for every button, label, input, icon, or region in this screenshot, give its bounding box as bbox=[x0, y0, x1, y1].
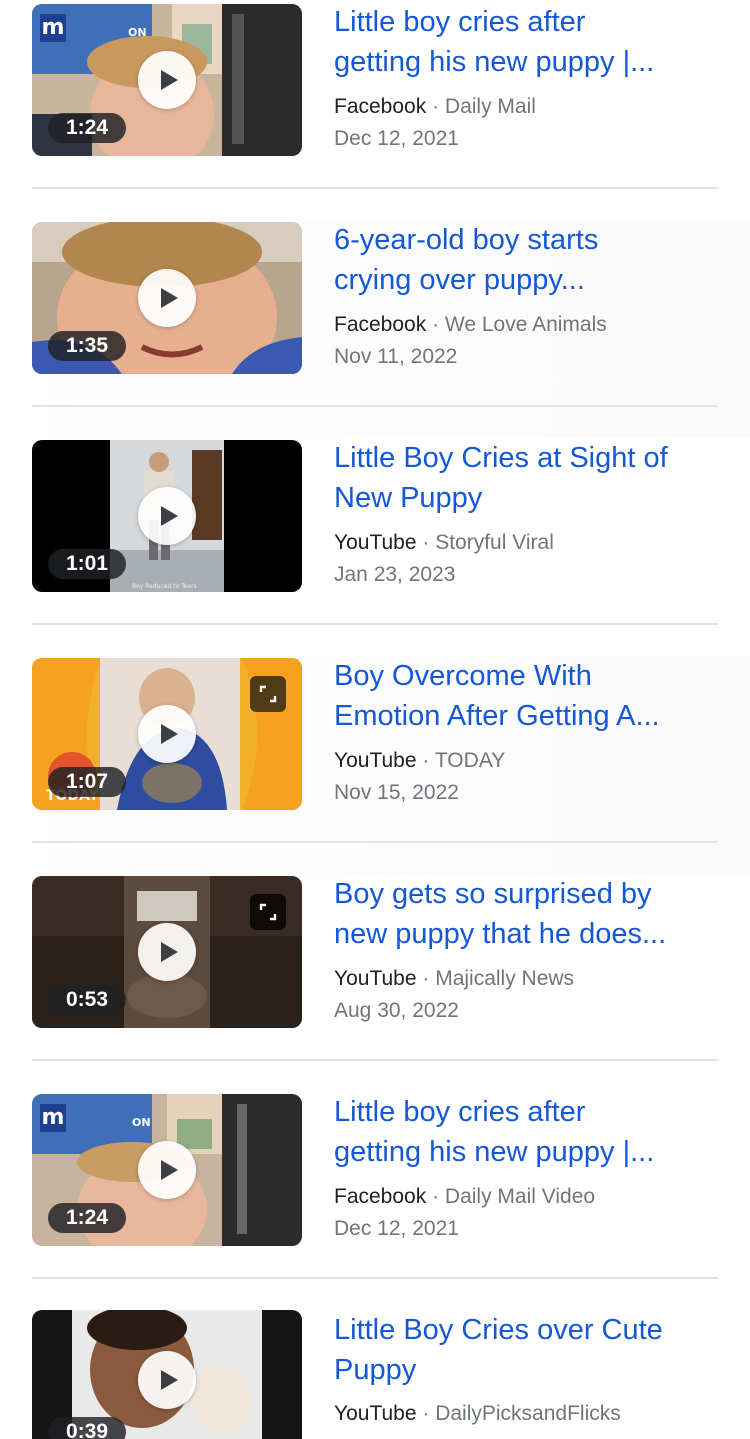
daily-mail-logo: m bbox=[40, 1104, 66, 1132]
source-name: Facebook bbox=[334, 1185, 427, 1208]
play-button[interactable] bbox=[138, 705, 196, 763]
result-source-line: Facebook · We Love Animals bbox=[334, 309, 734, 341]
play-button[interactable] bbox=[138, 487, 196, 545]
result-source-line: YouTube · Majically News bbox=[334, 963, 734, 995]
separator-dot: · bbox=[426, 1185, 445, 1208]
result-title-link[interactable]: Little boy cries after getting his new p… bbox=[334, 2, 714, 82]
video-thumbnail[interactable]: 0:53 bbox=[32, 876, 302, 1028]
source-name: Facebook bbox=[334, 95, 427, 118]
upload-date: Nov 11, 2022 bbox=[334, 345, 458, 368]
separator-dot: · bbox=[426, 313, 445, 336]
result-title-link[interactable]: Boy Overcome With Emotion After Getting … bbox=[334, 656, 714, 736]
divider bbox=[32, 405, 718, 407]
play-icon bbox=[161, 70, 178, 90]
thumbnail-badge: ON bbox=[132, 1116, 151, 1129]
video-result[interactable]: TODAY 1:07 Boy Overcome With Emotion Aft… bbox=[0, 656, 750, 874]
expand-icon[interactable] bbox=[250, 676, 286, 712]
video-result[interactable]: 1:35 6-year-old boy starts crying over p… bbox=[0, 220, 750, 438]
channel-name: Storyful Viral bbox=[435, 531, 554, 554]
divider bbox=[32, 841, 718, 843]
channel-name: Daily Mail Video bbox=[444, 1185, 596, 1208]
duration-badge: 1:24 bbox=[48, 113, 126, 143]
play-button[interactable] bbox=[138, 923, 196, 981]
duration-badge: 0:53 bbox=[48, 985, 126, 1015]
play-icon bbox=[161, 1370, 178, 1390]
result-title-link[interactable]: Little Boy Cries over Cute Puppy bbox=[334, 1310, 714, 1390]
result-source-line: Facebook · Daily Mail Video bbox=[334, 1181, 734, 1213]
source-name: YouTube bbox=[334, 531, 417, 554]
play-icon bbox=[161, 288, 178, 308]
separator-dot: · bbox=[416, 1402, 436, 1425]
separator-dot: · bbox=[416, 749, 435, 772]
video-thumbnail[interactable]: 0:39 bbox=[32, 1310, 302, 1439]
source-name: YouTube bbox=[334, 1402, 417, 1425]
upload-date: Aug 30, 2022 bbox=[334, 999, 459, 1022]
separator-dot: · bbox=[426, 95, 445, 118]
upload-date: Dec 12, 2021 bbox=[334, 1217, 459, 1240]
divider bbox=[32, 623, 718, 625]
video-result[interactable]: 0:39 Little Boy Cries over Cute Puppy Yo… bbox=[0, 1310, 750, 1439]
duration-badge: 1:35 bbox=[48, 331, 126, 361]
video-thumbnail[interactable]: Boy Reduced to Tears 1:01 bbox=[32, 440, 302, 592]
play-button[interactable] bbox=[138, 1351, 196, 1409]
video-thumbnail[interactable]: TODAY 1:07 bbox=[32, 658, 302, 810]
video-result[interactable]: m ON 1:24 Little boy cries after getting… bbox=[0, 2, 750, 220]
result-source-line: YouTube · Storyful Viral bbox=[334, 527, 734, 559]
play-icon bbox=[161, 724, 178, 744]
upload-date: Nov 15, 2022 bbox=[334, 781, 459, 804]
source-name: Facebook bbox=[334, 313, 427, 336]
video-result[interactable]: 0:53 Boy gets so surprised by new puppy … bbox=[0, 874, 750, 1092]
video-result[interactable]: m ON 1:24 Little boy cries after getting… bbox=[0, 1092, 750, 1310]
duration-badge: 0:39 bbox=[48, 1417, 126, 1439]
channel-name: We Love Animals bbox=[444, 313, 607, 336]
result-title-link[interactable]: Little boy cries after getting his new p… bbox=[334, 1092, 714, 1172]
result-title-link[interactable]: 6-year-old boy starts crying over puppy.… bbox=[334, 220, 714, 300]
play-button[interactable] bbox=[138, 269, 196, 327]
expand-icon[interactable] bbox=[250, 894, 286, 930]
source-name: YouTube bbox=[334, 749, 417, 772]
duration-badge: 1:24 bbox=[48, 1203, 126, 1233]
play-button[interactable] bbox=[138, 1141, 196, 1199]
separator-dot: · bbox=[416, 531, 436, 554]
play-button[interactable] bbox=[138, 51, 196, 109]
play-icon bbox=[161, 1160, 178, 1180]
daily-mail-logo: m bbox=[40, 14, 66, 42]
channel-name: DailyPicksandFlicks bbox=[435, 1402, 621, 1425]
channel-name: TODAY bbox=[434, 749, 506, 772]
upload-date: Jan 23, 2023 bbox=[334, 563, 456, 586]
result-title-link[interactable]: Little Boy Cries at Sight of New Puppy bbox=[334, 438, 714, 518]
upload-date: Dec 12, 2021 bbox=[334, 127, 459, 150]
divider bbox=[32, 1277, 718, 1279]
result-title-link[interactable]: Boy gets so surprised by new puppy that … bbox=[334, 874, 714, 954]
divider bbox=[32, 187, 718, 189]
duration-badge: 1:01 bbox=[48, 549, 126, 579]
video-thumbnail[interactable]: m ON 1:24 bbox=[32, 1094, 302, 1246]
source-name: YouTube bbox=[334, 967, 417, 990]
result-source-line: YouTube · DailyPicksandFlicks bbox=[334, 1398, 734, 1430]
separator-dot: · bbox=[416, 967, 436, 990]
thumbnail-caption: Boy Reduced to Tears bbox=[132, 583, 197, 590]
thumbnail-badge: ON bbox=[128, 26, 147, 39]
video-thumbnail[interactable]: 1:35 bbox=[32, 222, 302, 374]
duration-badge: 1:07 bbox=[48, 767, 126, 797]
result-source-line: Facebook · Daily Mail bbox=[334, 91, 734, 123]
channel-name: Majically News bbox=[435, 967, 575, 990]
channel-name: Daily Mail bbox=[444, 95, 536, 118]
play-icon bbox=[161, 506, 178, 526]
video-result[interactable]: Boy Reduced to Tears 1:01 Little Boy Cri… bbox=[0, 438, 750, 656]
play-icon bbox=[161, 942, 178, 962]
video-results-list: m ON 1:24 Little boy cries after getting… bbox=[0, 0, 750, 1439]
video-thumbnail[interactable]: m ON 1:24 bbox=[32, 4, 302, 156]
divider bbox=[32, 1059, 718, 1061]
result-source-line: YouTube · TODAY bbox=[334, 745, 734, 777]
